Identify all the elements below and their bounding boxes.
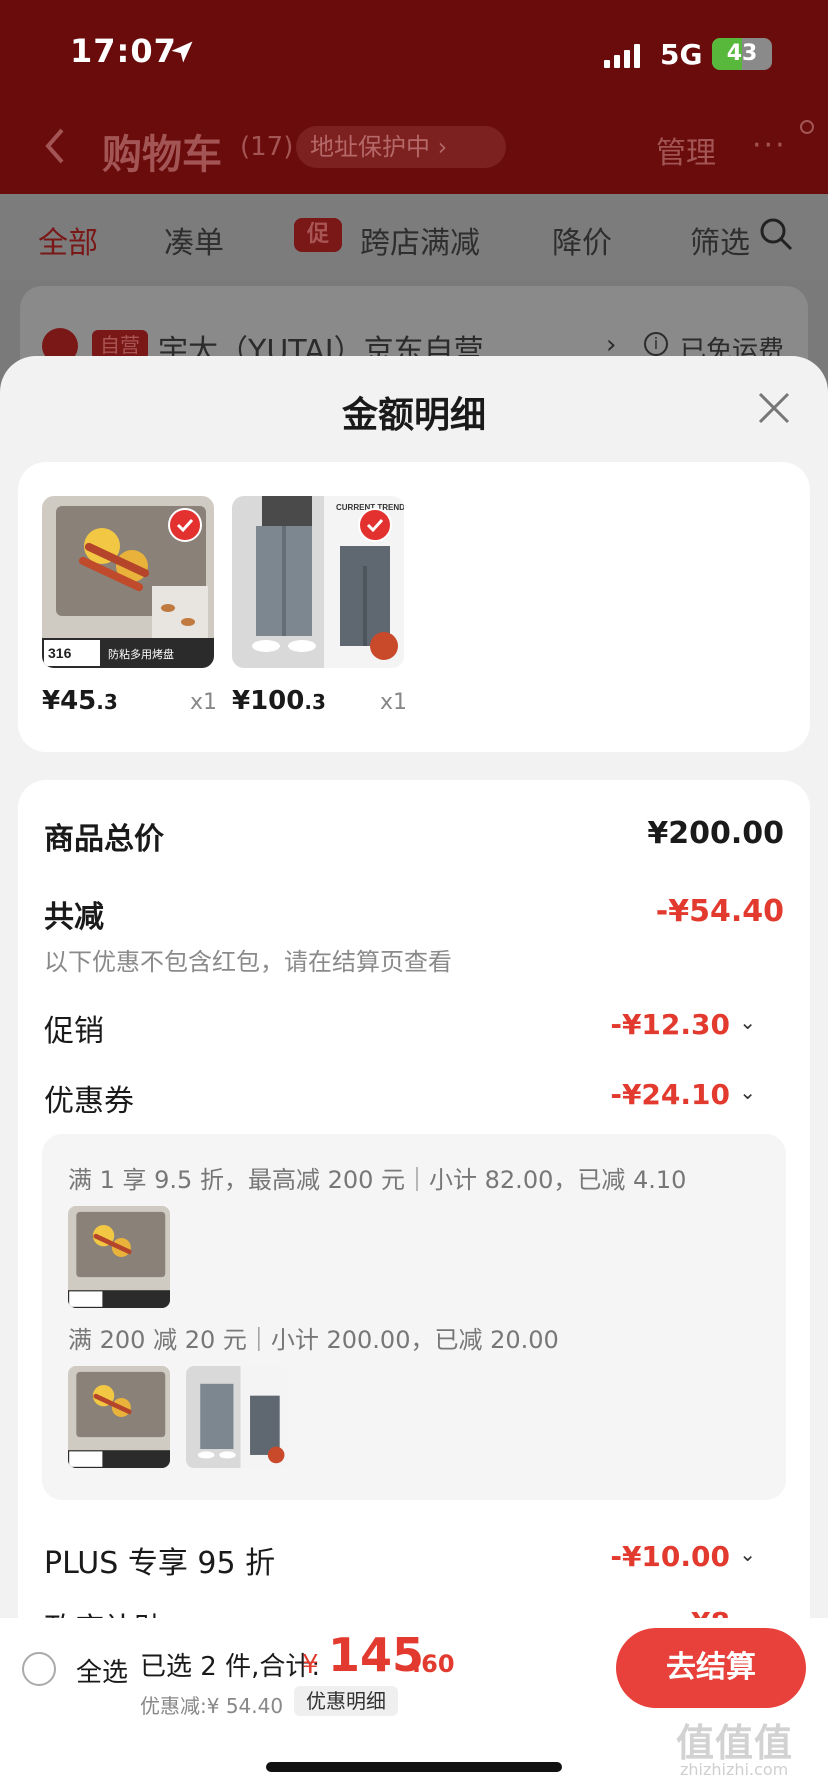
- product-checked-icon[interactable]: [358, 508, 392, 542]
- promotion-value[interactable]: -¥12.30: [610, 1008, 730, 1041]
- total-reduction-label: 共减: [44, 900, 104, 935]
- close-icon[interactable]: [756, 390, 792, 426]
- back-chevron-icon[interactable]: [40, 126, 70, 166]
- coupon-product-thumb: [186, 1366, 288, 1468]
- manage-button[interactable]: 管理: [656, 128, 716, 172]
- tab-all[interactable]: 全部: [38, 218, 98, 262]
- discount-detail-button[interactable]: 优惠明细: [294, 1686, 398, 1716]
- price-dec: .3: [304, 690, 326, 714]
- sheet-title: 金额明细: [341, 395, 486, 436]
- coupon-rule-1: 满 1 享 9.5 折，最高减 200 元｜小计 82.00，已减 4.10: [68, 1166, 687, 1194]
- price-int: ¥100: [232, 686, 305, 716]
- goods-total-value: ¥200.00: [647, 816, 784, 851]
- location-arrow-icon: [171, 41, 193, 63]
- tab-price-drop[interactable]: 降价: [552, 218, 612, 262]
- total-amount-dec: .60: [412, 1650, 455, 1678]
- price-dec: .3: [96, 690, 118, 714]
- home-indicator: [266, 1762, 562, 1772]
- checkout-button[interactable]: 去结算: [616, 1628, 806, 1708]
- battery-icon: 43: [712, 38, 772, 70]
- promotion-label: 促销: [44, 1014, 104, 1049]
- total-currency: ¥: [302, 1650, 319, 1680]
- message-dot-icon: [800, 120, 814, 134]
- coupon-value[interactable]: -¥24.10: [610, 1078, 730, 1111]
- status-time: 17:07: [70, 32, 177, 70]
- discount-summary: 优惠减:¥ 54.40: [140, 1694, 284, 1718]
- coupon-label: 优惠券: [44, 1084, 134, 1119]
- battery-level: 43: [726, 41, 758, 66]
- watermark: 值值值: [676, 1721, 794, 1765]
- tab-filter[interactable]: 筛选: [690, 218, 750, 262]
- address-protect-pill[interactable]: 地址保护中 ›: [296, 126, 506, 168]
- product-checked-icon[interactable]: [168, 508, 202, 542]
- plus-discount-value[interactable]: -¥10.00: [610, 1540, 730, 1573]
- more-icon[interactable]: ···: [752, 128, 787, 163]
- signal-icon: [604, 44, 640, 68]
- info-icon[interactable]: i: [644, 332, 668, 356]
- plus-discount-label: PLUS 专享 95 折: [44, 1546, 276, 1581]
- cart-count: (17): [240, 132, 294, 162]
- total-reduction-value: -¥54.40: [655, 894, 784, 929]
- promo-badge: 促: [294, 218, 342, 252]
- chevron-down-icon[interactable]: ⌄: [739, 1080, 756, 1104]
- coupon-product-thumb: [68, 1366, 170, 1468]
- svg-text:防粘多用烤盘: 防粘多用烤盘: [108, 647, 174, 661]
- product-qty: x1: [190, 690, 218, 715]
- svg-text:316: 316: [48, 645, 72, 661]
- tab-cross-store[interactable]: 跨店满减: [360, 218, 480, 262]
- reduction-note: 以下优惠不包含红包，请在结算页查看: [44, 948, 452, 976]
- product-qty: x1: [380, 690, 408, 715]
- total-amount-int: 145: [328, 1628, 425, 1682]
- goods-total-label: 商品总价: [44, 822, 164, 857]
- product-price: ¥45.3: [42, 686, 118, 716]
- chevron-down-icon[interactable]: ⌄: [739, 1542, 756, 1566]
- select-all-radio[interactable]: [22, 1652, 56, 1686]
- watermark-url: zhizhizhi.com: [680, 1760, 789, 1779]
- product-price: ¥100.3: [232, 686, 326, 716]
- tab-cou-dan[interactable]: 凑单: [164, 218, 224, 262]
- coupon-rule-2: 满 200 减 20 元｜小计 200.00，已减 20.00: [68, 1326, 559, 1354]
- page-title: 购物车: [102, 132, 222, 178]
- price-int: ¥45: [42, 686, 97, 716]
- selected-summary: 已选 2 件,合计:: [140, 1652, 321, 1682]
- search-icon[interactable]: [758, 216, 794, 252]
- select-all-label[interactable]: 全选: [76, 1652, 128, 1689]
- coupon-product-thumb: [68, 1206, 170, 1308]
- chevron-down-icon[interactable]: ⌄: [739, 1010, 756, 1034]
- network-label: 5G: [660, 38, 703, 71]
